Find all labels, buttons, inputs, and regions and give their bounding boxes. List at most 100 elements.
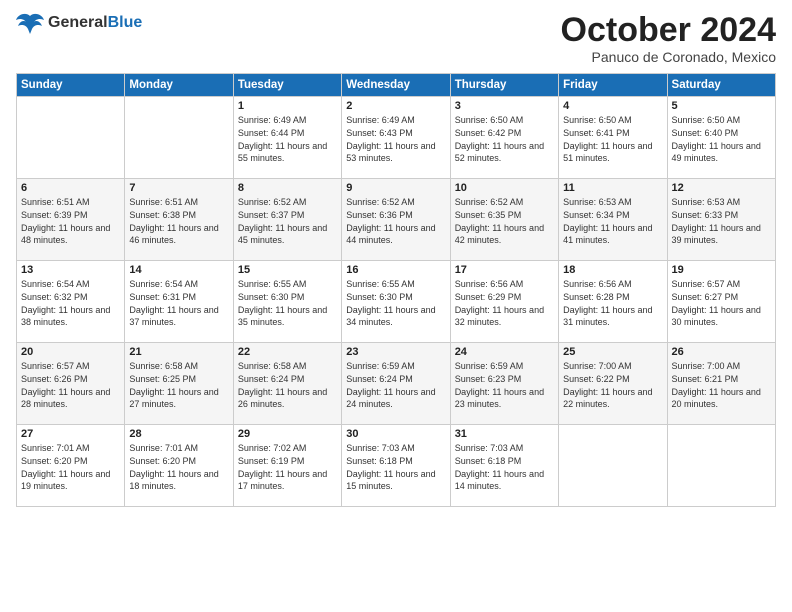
weekday-header-friday: Friday xyxy=(559,74,667,97)
title-block: October 2024 Panuco de Coronado, Mexico xyxy=(561,12,776,65)
calendar-table: SundayMondayTuesdayWednesdayThursdayFrid… xyxy=(16,73,776,507)
logo: GeneralBlue xyxy=(16,12,142,34)
day-info: Sunrise: 6:49 AMSunset: 6:43 PMDaylight:… xyxy=(346,114,445,164)
month-title: October 2024 xyxy=(561,12,776,49)
day-info: Sunrise: 6:53 AMSunset: 6:33 PMDaylight:… xyxy=(672,196,771,246)
day-number: 28 xyxy=(129,428,228,440)
day-number: 2 xyxy=(346,100,445,112)
day-info: Sunrise: 6:54 AMSunset: 6:31 PMDaylight:… xyxy=(129,278,228,328)
day-number: 20 xyxy=(21,346,120,358)
header: GeneralBlue October 2024 Panuco de Coron… xyxy=(16,12,776,65)
day-info: Sunrise: 7:00 AMSunset: 6:22 PMDaylight:… xyxy=(563,360,662,410)
calendar-cell: 12 Sunrise: 6:53 AMSunset: 6:33 PMDayligh… xyxy=(667,179,775,261)
day-number: 9 xyxy=(346,182,445,194)
day-number: 3 xyxy=(455,100,554,112)
day-number: 11 xyxy=(563,182,662,194)
day-info: Sunrise: 6:52 AMSunset: 6:36 PMDaylight:… xyxy=(346,196,445,246)
day-info: Sunrise: 6:58 AMSunset: 6:25 PMDaylight:… xyxy=(129,360,228,410)
calendar-cell: 24 Sunrise: 6:59 AMSunset: 6:23 PMDayligh… xyxy=(450,343,558,425)
day-number: 12 xyxy=(672,182,771,194)
day-info: Sunrise: 6:59 AMSunset: 6:24 PMDaylight:… xyxy=(346,360,445,410)
calendar-cell: 14Sunrise: 6:54 AMSunset: 6:31 PMDayligh… xyxy=(125,261,233,343)
page: GeneralBlue October 2024 Panuco de Coron… xyxy=(0,0,792,612)
weekday-header-monday: Monday xyxy=(125,74,233,97)
calendar-cell xyxy=(17,97,125,179)
calendar-cell: 18Sunrise: 6:56 AMSunset: 6:28 PMDayligh… xyxy=(559,261,667,343)
calendar-week-1: 1 Sunrise: 6:49 AMSunset: 6:44 PMDaylight… xyxy=(17,97,776,179)
day-number: 22 xyxy=(238,346,337,358)
calendar-cell: 6 Sunrise: 6:51 AMSunset: 6:39 PMDaylight… xyxy=(17,179,125,261)
calendar-week-4: 20 Sunrise: 6:57 AMSunset: 6:26 PMDayligh… xyxy=(17,343,776,425)
day-number: 6 xyxy=(21,182,120,194)
day-number: 1 xyxy=(238,100,337,112)
calendar-cell: 30Sunrise: 7:03 AMSunset: 6:18 PMDayligh… xyxy=(342,425,450,507)
calendar-cell: 28 Sunrise: 7:01 AMSunset: 6:20 PMDayligh… xyxy=(125,425,233,507)
day-info: Sunrise: 7:03 AMSunset: 6:18 PMDaylight:… xyxy=(346,442,445,492)
calendar-cell: 5 Sunrise: 6:50 AMSunset: 6:40 PMDaylight… xyxy=(667,97,775,179)
day-number: 5 xyxy=(672,100,771,112)
calendar-cell: 27 Sunrise: 7:01 AMSunset: 6:20 PMDayligh… xyxy=(17,425,125,507)
day-info: Sunrise: 6:50 AMSunset: 6:41 PMDaylight:… xyxy=(563,114,662,164)
calendar-cell: 26Sunrise: 7:00 AMSunset: 6:21 PMDayligh… xyxy=(667,343,775,425)
day-info: Sunrise: 7:02 AMSunset: 6:19 PMDaylight:… xyxy=(238,442,337,492)
calendar-cell: 20 Sunrise: 6:57 AMSunset: 6:26 PMDayligh… xyxy=(17,343,125,425)
calendar-cell: 10 Sunrise: 6:52 AMSunset: 6:35 PMDayligh… xyxy=(450,179,558,261)
day-info: Sunrise: 6:51 AMSunset: 6:39 PMDaylight:… xyxy=(21,196,120,246)
day-number: 29 xyxy=(238,428,337,440)
logo-text-block: GeneralBlue xyxy=(48,14,142,32)
day-info: Sunrise: 6:50 AMSunset: 6:42 PMDaylight:… xyxy=(455,114,554,164)
day-info: Sunrise: 6:50 AMSunset: 6:40 PMDaylight:… xyxy=(672,114,771,164)
day-info: Sunrise: 6:56 AMSunset: 6:28 PMDaylight:… xyxy=(563,278,662,328)
day-info: Sunrise: 6:53 AMSunset: 6:34 PMDaylight:… xyxy=(563,196,662,246)
calendar-cell: 29 Sunrise: 7:02 AMSunset: 6:19 PMDayligh… xyxy=(233,425,341,507)
day-number: 13 xyxy=(21,264,120,276)
calendar-cell: 19Sunrise: 6:57 AMSunset: 6:27 PMDayligh… xyxy=(667,261,775,343)
calendar-cell: 21 Sunrise: 6:58 AMSunset: 6:25 PMDayligh… xyxy=(125,343,233,425)
day-number: 26 xyxy=(672,346,771,358)
day-info: Sunrise: 6:55 AMSunset: 6:30 PMDaylight:… xyxy=(238,278,337,328)
day-info: Sunrise: 6:58 AMSunset: 6:24 PMDaylight:… xyxy=(238,360,337,410)
day-info: Sunrise: 6:52 AMSunset: 6:35 PMDaylight:… xyxy=(455,196,554,246)
day-info: Sunrise: 6:59 AMSunset: 6:23 PMDaylight:… xyxy=(455,360,554,410)
calendar-week-3: 13 Sunrise: 6:54 AMSunset: 6:32 PMDayligh… xyxy=(17,261,776,343)
calendar-week-2: 6 Sunrise: 6:51 AMSunset: 6:39 PMDaylight… xyxy=(17,179,776,261)
calendar-cell xyxy=(559,425,667,507)
calendar-cell: 11 Sunrise: 6:53 AMSunset: 6:34 PMDayligh… xyxy=(559,179,667,261)
day-info: Sunrise: 7:01 AMSunset: 6:20 PMDaylight:… xyxy=(129,442,228,492)
day-number: 25 xyxy=(563,346,662,358)
calendar-cell: 17Sunrise: 6:56 AMSunset: 6:29 PMDayligh… xyxy=(450,261,558,343)
day-info: Sunrise: 6:51 AMSunset: 6:38 PMDaylight:… xyxy=(129,196,228,246)
weekday-header-thursday: Thursday xyxy=(450,74,558,97)
weekday-header-tuesday: Tuesday xyxy=(233,74,341,97)
day-number: 4 xyxy=(563,100,662,112)
weekday-header-sunday: Sunday xyxy=(17,74,125,97)
calendar-cell: 4 Sunrise: 6:50 AMSunset: 6:41 PMDaylight… xyxy=(559,97,667,179)
calendar-cell: 9 Sunrise: 6:52 AMSunset: 6:36 PMDaylight… xyxy=(342,179,450,261)
day-info: Sunrise: 7:01 AMSunset: 6:20 PMDaylight:… xyxy=(21,442,120,492)
day-info: Sunrise: 6:54 AMSunset: 6:32 PMDaylight:… xyxy=(21,278,120,328)
logo-general: General xyxy=(48,14,108,31)
calendar-header-row: SundayMondayTuesdayWednesdayThursdayFrid… xyxy=(17,74,776,97)
day-info: Sunrise: 6:57 AMSunset: 6:26 PMDaylight:… xyxy=(21,360,120,410)
day-number: 10 xyxy=(455,182,554,194)
calendar-cell: 23Sunrise: 6:59 AMSunset: 6:24 PMDayligh… xyxy=(342,343,450,425)
calendar-cell: 13 Sunrise: 6:54 AMSunset: 6:32 PMDayligh… xyxy=(17,261,125,343)
location-subtitle: Panuco de Coronado, Mexico xyxy=(561,49,776,65)
day-info: Sunrise: 6:57 AMSunset: 6:27 PMDaylight:… xyxy=(672,278,771,328)
day-number: 8 xyxy=(238,182,337,194)
calendar-cell: 16Sunrise: 6:55 AMSunset: 6:30 PMDayligh… xyxy=(342,261,450,343)
calendar-cell xyxy=(125,97,233,179)
calendar-cell: 8Sunrise: 6:52 AMSunset: 6:37 PMDaylight… xyxy=(233,179,341,261)
calendar-cell: 25 Sunrise: 7:00 AMSunset: 6:22 PMDayligh… xyxy=(559,343,667,425)
day-info: Sunrise: 6:49 AMSunset: 6:44 PMDaylight:… xyxy=(238,114,337,164)
day-number: 21 xyxy=(129,346,228,358)
day-number: 16 xyxy=(346,264,445,276)
logo-bird-icon xyxy=(16,12,44,34)
day-number: 24 xyxy=(455,346,554,358)
day-info: Sunrise: 7:03 AMSunset: 6:18 PMDaylight:… xyxy=(455,442,554,492)
day-info: Sunrise: 6:56 AMSunset: 6:29 PMDaylight:… xyxy=(455,278,554,328)
calendar-cell: 22 Sunrise: 6:58 AMSunset: 6:24 PMDayligh… xyxy=(233,343,341,425)
calendar-cell: 1 Sunrise: 6:49 AMSunset: 6:44 PMDaylight… xyxy=(233,97,341,179)
calendar-cell xyxy=(667,425,775,507)
day-number: 27 xyxy=(21,428,120,440)
